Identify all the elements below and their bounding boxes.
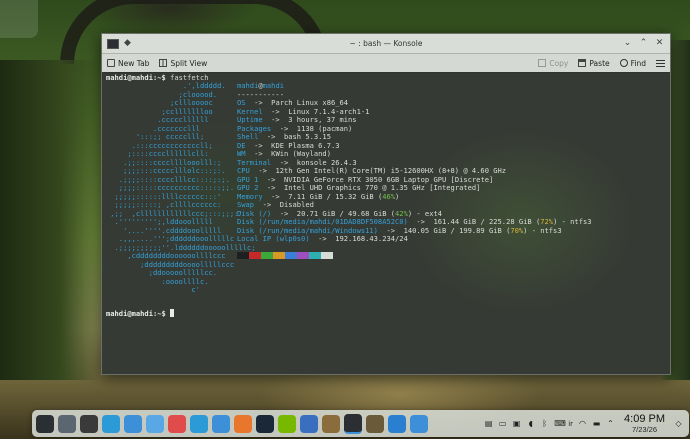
color-swatch bbox=[297, 252, 309, 259]
color-swatch bbox=[249, 252, 261, 259]
user-host-line: mahdi@mahdi bbox=[237, 81, 284, 90]
foliage-left bbox=[0, 60, 100, 380]
copy-button[interactable]: Copy bbox=[533, 54, 573, 72]
telegram-icon[interactable] bbox=[102, 414, 120, 433]
close-button[interactable]: ✕ bbox=[655, 39, 664, 48]
volume-icon[interactable]: ◖ bbox=[526, 419, 535, 428]
info-value: 140.05 GiB / 199.89 GiB bbox=[403, 225, 502, 235]
firefox-icon[interactable] bbox=[234, 414, 252, 433]
tray-expand-icon[interactable]: ⌃ bbox=[606, 419, 615, 428]
info-value: 192.168.43.234/24 bbox=[335, 234, 408, 243]
system-settings-icon[interactable] bbox=[58, 414, 76, 433]
fastfetch-info: mahdi@mahdi ----------- OS -> Parch Linu… bbox=[237, 81, 592, 244]
konsole-icon[interactable] bbox=[344, 413, 362, 434]
find-button[interactable]: Find bbox=[615, 54, 651, 72]
color-swatch bbox=[321, 252, 333, 259]
color-swatch bbox=[261, 252, 273, 259]
clock-date: 7/23/26 bbox=[632, 425, 658, 434]
fastfetch-logo: .',lddddd. ;clooood. ;clllooooc ;cclllll… bbox=[110, 81, 256, 294]
window-title: ~ : bash — Konsole bbox=[349, 39, 423, 48]
vscode-icon[interactable] bbox=[388, 414, 406, 433]
command-line-current: mahdi@mahdi:~$ bbox=[106, 309, 175, 319]
file-manager-icon[interactable] bbox=[124, 414, 142, 433]
window-titlebar[interactable]: ◆ ~ : bash — Konsole ⌄ ⌃ ✕ bbox=[102, 34, 670, 54]
clipboard-icon[interactable]: ▤ bbox=[484, 419, 493, 428]
minimize-button[interactable]: ⌄ bbox=[623, 39, 632, 48]
discover-store-icon[interactable] bbox=[212, 414, 230, 433]
desktop-widget bbox=[0, 0, 38, 38]
shell-prompt-current: mahdi@mahdi:~$ bbox=[106, 309, 171, 318]
konsole-toolbar: New Tab Split View Copy Paste Find bbox=[102, 54, 670, 73]
split-view-button[interactable]: Split View bbox=[154, 54, 212, 72]
bluetooth-icon[interactable]: ᛒ bbox=[540, 419, 549, 428]
plasma-taskbar: ▤ ▭ ▣ ◖ ᛒ ⌨ ir ◠ ▬ ⌃ 4:09 PM 7/23/26 ◇ bbox=[32, 410, 689, 437]
new-tab-label: New Tab bbox=[118, 58, 150, 68]
info-percent: 46% bbox=[382, 191, 396, 201]
copy-label: Copy bbox=[549, 58, 569, 68]
color-swatch bbox=[309, 252, 321, 259]
wifi-icon[interactable]: ◠ bbox=[578, 419, 587, 428]
keyboard-layout-indicator[interactable]: ir bbox=[568, 420, 573, 428]
pin-icon[interactable]: ◆ bbox=[123, 39, 132, 48]
split-view-label: Split View bbox=[170, 58, 208, 68]
color-swatches bbox=[237, 252, 333, 259]
copy-icon bbox=[538, 59, 547, 67]
browser-blue-icon[interactable] bbox=[146, 414, 164, 433]
color-swatch bbox=[285, 252, 297, 259]
info-suffix: - ntfs3 bbox=[557, 217, 592, 226]
info-key: Local IP (wlp0s0) bbox=[237, 234, 310, 243]
terminal-output[interactable]: mahdi@mahdi:~$ fastfetch .',lddddd. ;clo… bbox=[102, 72, 670, 374]
konsole-window[interactable]: ◆ ~ : bash — Konsole ⌄ ⌃ ✕ New Tab Split… bbox=[101, 33, 671, 375]
paste-label: Paste bbox=[589, 58, 610, 68]
new-tab-icon bbox=[107, 59, 115, 67]
info-suffix: - ntfs3 bbox=[527, 225, 562, 235]
vivaldi-icon[interactable] bbox=[168, 414, 186, 433]
maximize-button[interactable]: ⌃ bbox=[639, 39, 648, 48]
nvidia-icon[interactable] bbox=[278, 414, 296, 433]
color-palette-icon[interactable] bbox=[80, 414, 98, 433]
paste-icon bbox=[578, 59, 587, 67]
terminal-app-icon[interactable] bbox=[107, 38, 119, 49]
app-launcher-icon[interactable] bbox=[36, 414, 54, 433]
system-tray: ▤ ▭ ▣ ◖ ᛒ ⌨ ir ◠ ▬ ⌃ 4:09 PM 7/23/26 ◇ bbox=[484, 413, 683, 434]
cube-app-icon[interactable] bbox=[300, 414, 318, 433]
show-desktop-icon[interactable]: ◇ bbox=[674, 419, 683, 428]
find-label: Find bbox=[630, 58, 646, 68]
paste-button[interactable]: Paste bbox=[573, 54, 614, 72]
battery-icon[interactable]: ▬ bbox=[592, 419, 601, 428]
text-cursor bbox=[170, 309, 175, 317]
network-manager-icon[interactable]: ▭ bbox=[498, 419, 507, 428]
image-viewer-icon[interactable] bbox=[322, 414, 340, 433]
send-icon[interactable] bbox=[190, 414, 208, 433]
new-tab-button[interactable]: New Tab bbox=[102, 54, 154, 72]
search-icon bbox=[619, 59, 628, 67]
clock-time: 4:09 PM bbox=[624, 413, 665, 425]
split-view-icon bbox=[159, 59, 168, 67]
info-row: Local IP (wlp0s0) -> 192.168.43.234/24 bbox=[237, 234, 408, 243]
lock-icon[interactable]: ▣ bbox=[512, 419, 521, 428]
digital-clock[interactable]: 4:09 PM 7/23/26 bbox=[624, 413, 665, 434]
color-swatch bbox=[237, 252, 249, 259]
keyboard-icon[interactable]: ⌨ bbox=[554, 419, 566, 428]
taskbar-apps bbox=[32, 413, 428, 434]
hamburger-menu-icon bbox=[656, 59, 665, 67]
gimp-icon[interactable] bbox=[366, 414, 384, 433]
steam-icon[interactable] bbox=[256, 414, 274, 433]
kde-connect-icon[interactable] bbox=[410, 414, 428, 433]
color-swatch bbox=[273, 252, 285, 259]
info-percent: 70% bbox=[510, 225, 524, 235]
hamburger-menu-button[interactable] bbox=[651, 54, 670, 72]
